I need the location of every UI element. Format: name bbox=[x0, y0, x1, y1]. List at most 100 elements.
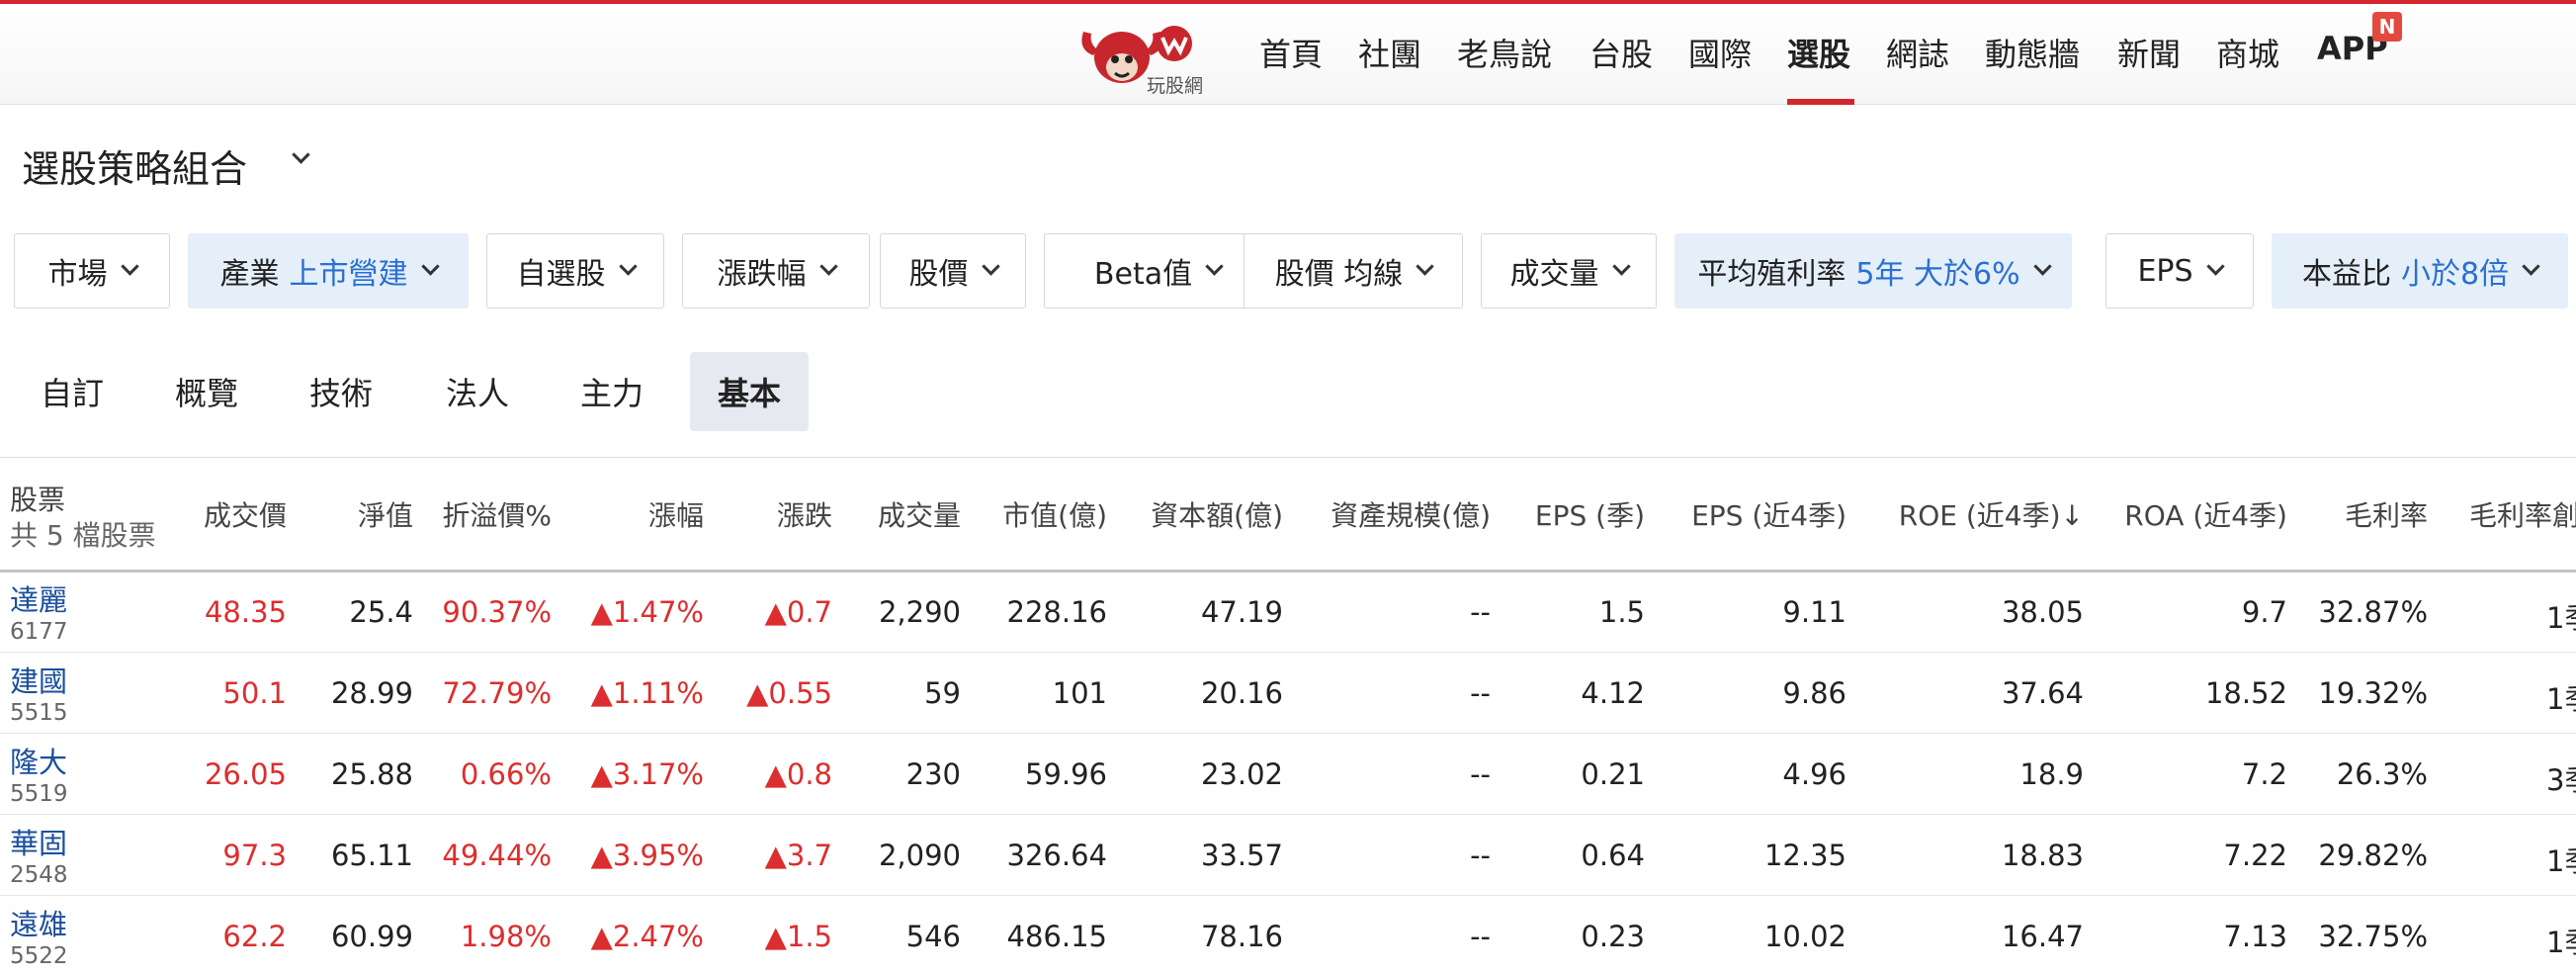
table-row[interactable]: 華固 2548 97.3 65.11 49.44% ▲3.95% ▲3.7 2,090 326.… bbox=[0, 815, 2576, 896]
filter-label: Beta值 bbox=[1093, 257, 1193, 292]
filter-pill-4[interactable]: 股價 bbox=[880, 233, 1026, 309]
table-top-border bbox=[0, 457, 2576, 458]
cell-4: ▲0.8 bbox=[764, 757, 832, 791]
filter-label: 平均殖利率 bbox=[1697, 257, 1846, 292]
cell-10: 10.02 bbox=[1763, 920, 1846, 953]
table-row[interactable]: 隆大 5519 26.05 25.88 0.66% ▲3.17% ▲0.8 230 59.96 2… bbox=[0, 734, 2576, 815]
stock-count-label: 共 5 檔股票 bbox=[10, 519, 156, 552]
filter-value: 5年 大於6% bbox=[1855, 257, 2020, 292]
column-header-12[interactable]: ROA (近4季) bbox=[2124, 494, 2287, 534]
column-header-4[interactable]: 漲跌 bbox=[777, 494, 832, 534]
cell-3: ▲3.17% bbox=[590, 757, 704, 791]
cell-10: 9.86 bbox=[1782, 676, 1846, 710]
column-header-10[interactable]: EPS (近4季) bbox=[1691, 494, 1846, 534]
column-header-0[interactable]: 成交價 bbox=[204, 494, 287, 534]
page-title[interactable]: 選股策略組合 bbox=[22, 138, 247, 193]
cell-0: 62.2 bbox=[222, 920, 287, 953]
filter-label: 股價 bbox=[908, 257, 969, 292]
stock-code: 5515 bbox=[10, 700, 68, 726]
column-header-5[interactable]: 成交量 bbox=[878, 494, 961, 534]
stock-name-link[interactable]: 華固 bbox=[10, 821, 67, 862]
column-header-3[interactable]: 漲幅 bbox=[648, 494, 704, 534]
stock-column-header: 股票 bbox=[10, 484, 66, 516]
filter-pill-6[interactable]: 股價 均線 bbox=[1244, 233, 1463, 309]
chevron-down-icon bbox=[420, 256, 440, 276]
cell-7: 78.16 bbox=[1200, 920, 1283, 953]
title-chevron-down-icon[interactable] bbox=[292, 145, 310, 164]
cell-2: 49.44% bbox=[442, 839, 552, 872]
cell-11: 37.64 bbox=[2001, 676, 2084, 710]
stock-name-link[interactable]: 遠雄 bbox=[10, 902, 67, 943]
tab-2[interactable]: 技術 bbox=[283, 352, 399, 431]
filter-pill-5[interactable]: Beta值 bbox=[1044, 233, 1271, 309]
tab-5[interactable]: 基本 bbox=[690, 352, 809, 431]
column-header-14[interactable]: 毛利率創 bbox=[2469, 494, 2576, 534]
cell-0: 97.3 bbox=[222, 839, 287, 872]
chevron-down-icon bbox=[2522, 256, 2540, 276]
cell-1: 60.99 bbox=[330, 920, 413, 953]
stock-name-link[interactable]: 建國 bbox=[10, 659, 67, 700]
table-row[interactable]: 達麗 6177 48.35 25.4 90.37% ▲1.47% ▲0.7 2,290 228.… bbox=[0, 572, 2576, 653]
nav-item-4[interactable]: 國際 bbox=[1688, 30, 1752, 77]
cell-14: 3季 bbox=[2546, 763, 2576, 797]
cell-14: 1季 bbox=[2546, 844, 2576, 878]
column-header-13[interactable]: 毛利率 bbox=[2345, 494, 2428, 534]
column-header-7[interactable]: 資本額(億) bbox=[1151, 494, 1283, 534]
table-row[interactable]: 遠雄 5522 62.2 60.99 1.98% ▲2.47% ▲1.5 546 486.15 7… bbox=[0, 896, 2576, 975]
filter-pill-0[interactable]: 市場 bbox=[14, 233, 170, 309]
tab-4[interactable]: 主力 bbox=[554, 352, 670, 431]
nav-item-5[interactable]: 選股 bbox=[1787, 30, 1850, 77]
cell-4: ▲1.5 bbox=[764, 920, 832, 953]
nav-item-7[interactable]: 動態牆 bbox=[1985, 30, 2080, 77]
filter-pill-3[interactable]: 漲跌幅 bbox=[682, 233, 870, 309]
cell-10: 9.11 bbox=[1782, 595, 1846, 629]
column-header-8[interactable]: 資產規模(億) bbox=[1331, 494, 1491, 534]
cell-12: 18.52 bbox=[2204, 676, 2287, 710]
cell-13: 19.32% bbox=[2318, 676, 2428, 710]
logo-text: 玩股網 bbox=[1147, 75, 1204, 97]
cell-8: -- bbox=[1470, 757, 1491, 791]
cell-1: 25.88 bbox=[330, 757, 413, 791]
chevron-down-icon bbox=[1205, 256, 1224, 276]
chevron-down-icon bbox=[2032, 256, 2052, 276]
cell-12: 9.7 bbox=[2241, 595, 2287, 629]
column-header-1[interactable]: 淨值 bbox=[358, 494, 413, 534]
nav-item-3[interactable]: 台股 bbox=[1589, 30, 1653, 77]
filter-label: 漲跌幅 bbox=[717, 257, 807, 292]
cell-10: 4.96 bbox=[1782, 757, 1846, 791]
tab-1[interactable]: 概覽 bbox=[148, 352, 265, 431]
cell-4: ▲0.7 bbox=[764, 595, 832, 629]
filter-label: EPS bbox=[2137, 253, 2193, 289]
nav-item-1[interactable]: 社團 bbox=[1358, 30, 1421, 77]
filter-label: 自選股 bbox=[516, 257, 606, 292]
stock-code: 5522 bbox=[10, 943, 68, 969]
cell-8: -- bbox=[1470, 839, 1491, 872]
cell-8: -- bbox=[1470, 920, 1491, 953]
filter-pill-8[interactable]: 平均殖利率 5年 大於6% bbox=[1674, 233, 2072, 309]
nav-item-8[interactable]: 新聞 bbox=[2117, 30, 2181, 77]
filter-pill-9[interactable]: EPS bbox=[2105, 233, 2254, 309]
nav-item-6[interactable]: 網誌 bbox=[1886, 30, 1949, 77]
filter-pill-2[interactable]: 自選股 bbox=[486, 233, 664, 309]
tab-0[interactable]: 自訂 bbox=[14, 352, 130, 431]
column-header-2[interactable]: 折溢價% bbox=[442, 494, 552, 534]
column-header-11[interactable]: ROE (近4季)↓ bbox=[1899, 494, 2084, 534]
cell-6: 59.96 bbox=[1024, 757, 1107, 791]
cell-9: 0.21 bbox=[1581, 757, 1645, 791]
filter-pill-10[interactable]: 本益比 小於8倍 bbox=[2272, 233, 2568, 309]
table-row[interactable]: 建國 5515 50.1 28.99 72.79% ▲1.11% ▲0.55 59 101 20.… bbox=[0, 653, 2576, 734]
filter-pill-7[interactable]: 成交量 bbox=[1481, 233, 1657, 309]
nav-item-9[interactable]: 商城 bbox=[2216, 30, 2279, 77]
cell-3: ▲2.47% bbox=[590, 920, 704, 953]
stock-name-link[interactable]: 達麗 bbox=[10, 577, 67, 619]
stock-name-link[interactable]: 隆大 bbox=[10, 740, 67, 781]
filter-pill-1[interactable]: 產業 上市營建 bbox=[188, 233, 469, 309]
filter-label: 市場 bbox=[47, 257, 108, 292]
column-header-6[interactable]: 市值(億) bbox=[1002, 494, 1107, 534]
nav-item-0[interactable]: 首頁 bbox=[1259, 30, 1323, 77]
cell-5: 546 bbox=[905, 920, 961, 953]
cell-8: -- bbox=[1470, 595, 1491, 629]
tab-3[interactable]: 法人 bbox=[419, 352, 536, 431]
column-header-9[interactable]: EPS (季) bbox=[1535, 494, 1645, 534]
nav-item-2[interactable]: 老鳥說 bbox=[1457, 30, 1552, 77]
